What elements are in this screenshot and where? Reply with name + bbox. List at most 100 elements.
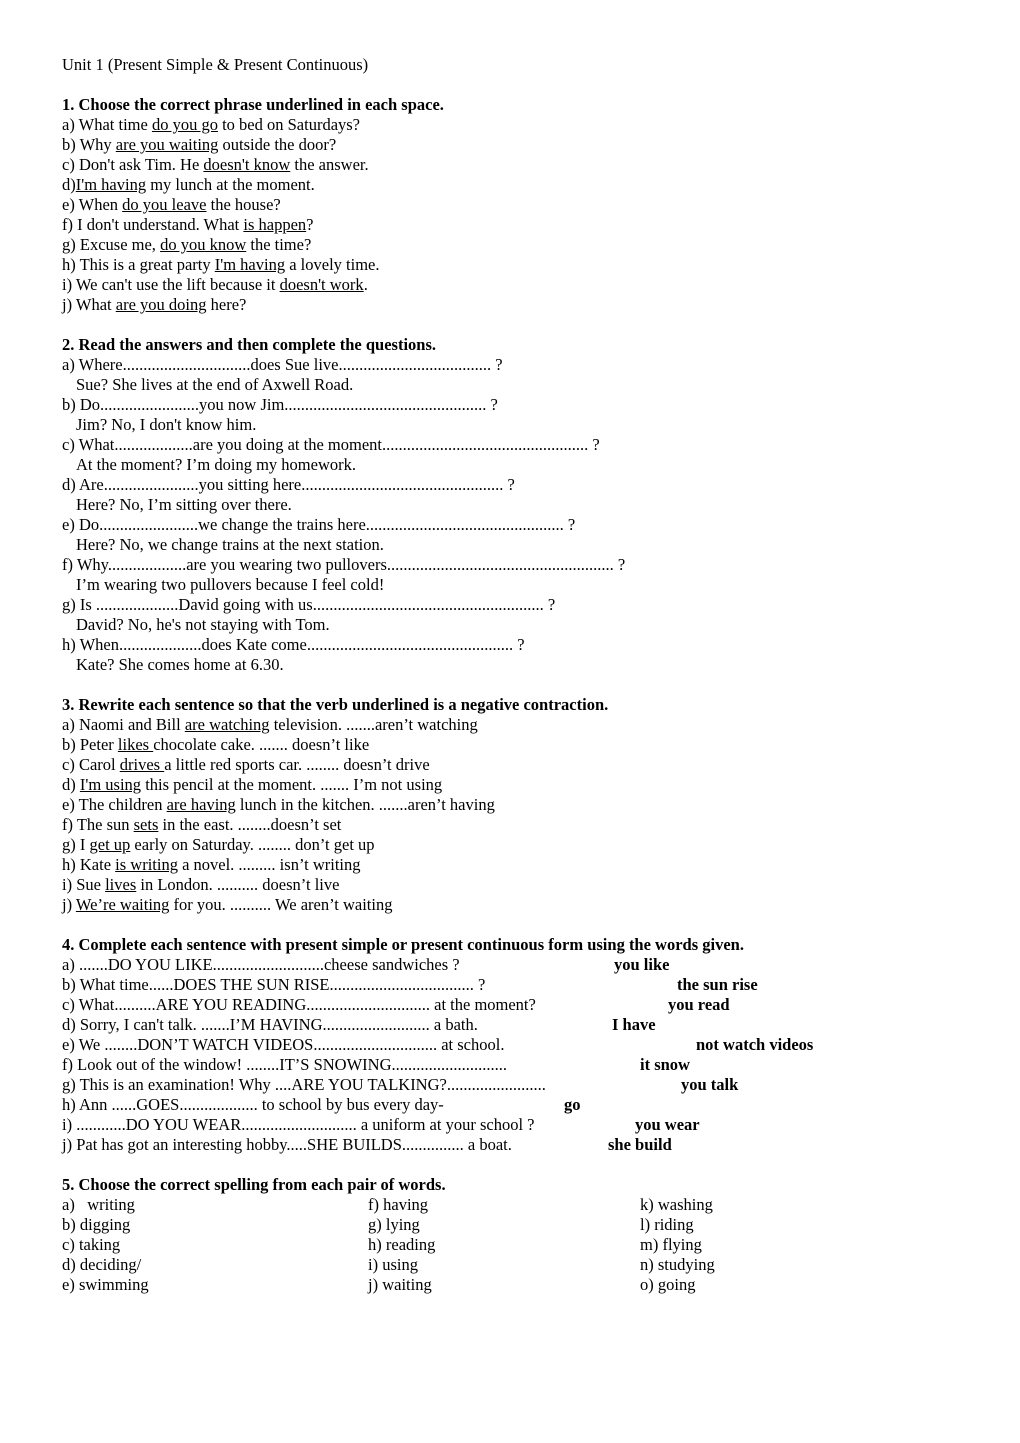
section-2-question-d: d) Are.......................you sitting… bbox=[62, 475, 515, 494]
item-answer-word: you talk bbox=[681, 1075, 739, 1094]
section-3-item-g: g) I get up early on Saturday. ........ … bbox=[62, 835, 958, 855]
item-text-post: outside the door? bbox=[218, 135, 337, 154]
item-text-post: my lunch at the moment. bbox=[146, 175, 315, 194]
section-1-item-f: f) I don't understand. What is happen? bbox=[62, 215, 958, 235]
section-5-item-i: i) using bbox=[368, 1255, 418, 1274]
section-3-item-b: b) Peter likes chocolate cake. ....... d… bbox=[62, 735, 958, 755]
item-underlined: are having bbox=[166, 795, 236, 814]
item-text-pre: c) Carol bbox=[62, 755, 120, 774]
section-4-item-j: j) Pat has got an interesting hobby.....… bbox=[62, 1135, 958, 1155]
section-5-column-3: k) washing l) riding m) flying n) studyi… bbox=[640, 1195, 715, 1295]
item-underlined: drives bbox=[119, 755, 165, 774]
item-text-pre: d) bbox=[62, 175, 76, 194]
section-1-item-h: h) This is a great party I'm having a lo… bbox=[62, 255, 958, 275]
section-2: 2. Read the answers and then complete th… bbox=[62, 335, 958, 675]
section-2-answer-a: Sue? She lives at the end of Axwell Road… bbox=[76, 375, 354, 394]
item-underlined: do you know bbox=[160, 235, 247, 254]
section-5-item-g: g) lying bbox=[368, 1215, 420, 1234]
section-2-question-f: f) Why...................are you wearing… bbox=[62, 555, 626, 574]
item-text-post: a lovely time. bbox=[285, 255, 380, 274]
section-5-item-m: m) flying bbox=[640, 1235, 702, 1254]
section-1-item-c: c) Don't ask Tim. He doesn't know the an… bbox=[62, 155, 958, 175]
item-sentence: e) We ........DON’T WATCH VIDEOS........… bbox=[62, 1035, 505, 1054]
section-2-question-e: e) Do........................we change t… bbox=[62, 515, 576, 534]
section-1-item-i: i) We can't use the lift because it does… bbox=[62, 275, 958, 295]
item-sentence: h) Ann ......GOES................... to … bbox=[62, 1095, 444, 1114]
item-text-pre: b) Peter bbox=[62, 735, 118, 754]
item-text-pre: d) bbox=[62, 775, 80, 794]
item-answer-word: it snow bbox=[640, 1055, 690, 1074]
item-sentence: f) Look out of the window! ........IT’S … bbox=[62, 1055, 507, 1074]
page-title: Unit 1 (Present Simple & Present Continu… bbox=[62, 55, 369, 74]
item-answer-word: you wear bbox=[635, 1115, 700, 1134]
item-text-post: this pencil at the moment. ....... I’m n… bbox=[141, 775, 443, 794]
item-text-post: for you. .......... We aren’t waiting bbox=[169, 895, 393, 914]
section-3-item-f: f) The sun sets in the east. ........doe… bbox=[62, 815, 958, 835]
item-underlined: do you go bbox=[151, 115, 218, 134]
section-4-item-f: f) Look out of the window! ........IT’S … bbox=[62, 1055, 958, 1075]
item-sentence: i) ............DO YOU WEAR..............… bbox=[62, 1115, 535, 1134]
section-1-item-e: e) When do you leave the house? bbox=[62, 195, 958, 215]
section-1-heading: 1. Choose the correct phrase underlined … bbox=[62, 95, 444, 114]
section-2-answer-d: Here? No, I’m sitting over there. bbox=[76, 495, 292, 514]
section-4-item-h: h) Ann ......GOES................... to … bbox=[62, 1095, 958, 1115]
item-underlined: are you waiting bbox=[115, 135, 219, 154]
item-text-pre: c) Don't ask Tim. He bbox=[62, 155, 204, 174]
item-text-post: here? bbox=[206, 295, 247, 314]
item-text-pre: e) When bbox=[62, 195, 123, 214]
section-2-answer-f: I’m wearing two pullovers because I feel… bbox=[76, 575, 385, 594]
section-1-item-j: j) What are you doing here? bbox=[62, 295, 958, 315]
item-underlined: do you leave bbox=[122, 195, 207, 214]
section-2-question-a: a) Where...............................d… bbox=[62, 355, 503, 374]
section-5-item-c: c) taking bbox=[62, 1235, 121, 1254]
item-text-pre: a) Naomi and Bill bbox=[62, 715, 185, 734]
item-text-post: early on Saturday. ........ don’t get up bbox=[130, 835, 375, 854]
item-text-post: a little red sports car. ........ doesn’… bbox=[164, 755, 430, 774]
section-3: 3. Rewrite each sentence so that the ver… bbox=[62, 695, 958, 915]
section-2-question-c: c) What...................are you doing … bbox=[62, 435, 600, 454]
section-1-item-a: a) What time do you go to bed on Saturda… bbox=[62, 115, 958, 135]
section-1-item-b: b) Why are you waiting outside the door? bbox=[62, 135, 958, 155]
item-underlined: doesn't know bbox=[203, 155, 291, 174]
item-sentence: a) .......DO YOU LIKE...................… bbox=[62, 955, 460, 974]
section-3-item-d: d) I'm using this pencil at the moment. … bbox=[62, 775, 958, 795]
section-5-columns: a) writing b) digging c) taking d) decid… bbox=[62, 1195, 958, 1310]
section-5-item-h: h) reading bbox=[368, 1235, 436, 1254]
item-answer-word: go bbox=[564, 1095, 581, 1114]
section-3-item-h: h) Kate is writing a novel. ......... is… bbox=[62, 855, 958, 875]
section-5-heading: 5. Choose the correct spelling from each… bbox=[62, 1175, 446, 1194]
item-text-pre: h) This is a great party bbox=[62, 255, 215, 274]
item-text-post: the house? bbox=[206, 195, 281, 214]
item-text-pre: g) Excuse me, bbox=[62, 235, 161, 254]
section-5-item-n: n) studying bbox=[640, 1255, 715, 1274]
section-5: 5. Choose the correct spelling from each… bbox=[62, 1175, 958, 1310]
section-2-question-b: b) Do........................you now Jim… bbox=[62, 395, 498, 414]
item-text-post: lunch in the kitchen. .......aren’t havi… bbox=[235, 795, 495, 814]
item-text-pre: j) bbox=[62, 895, 76, 914]
section-5-item-e: e) swimming bbox=[62, 1275, 149, 1294]
section-5-item-k: k) washing bbox=[640, 1195, 713, 1214]
section-2-heading: 2. Read the answers and then complete th… bbox=[62, 335, 437, 354]
section-4-item-b: b) What time......DOES THE SUN RISE.....… bbox=[62, 975, 958, 995]
section-2-answer-b: Jim? No, I don't know him. bbox=[76, 415, 257, 434]
item-sentence: c) What..........ARE YOU READING........… bbox=[62, 995, 536, 1014]
item-underlined: is happen bbox=[243, 215, 307, 234]
item-underlined: lives bbox=[105, 875, 137, 894]
section-3-item-c: c) Carol drives a little red sports car.… bbox=[62, 755, 958, 775]
item-text-pre: i) We can't use the lift because it bbox=[62, 275, 280, 294]
item-sentence: g) This is an examination! Why ....ARE Y… bbox=[62, 1075, 546, 1094]
item-answer-word: she build bbox=[608, 1135, 672, 1154]
section-5-item-f: f) having bbox=[368, 1195, 429, 1214]
section-5-item-d: d) deciding/ bbox=[62, 1255, 142, 1274]
item-underlined: I'm using bbox=[79, 775, 142, 794]
item-text-post: chocolate cake. ....... doesn’t like bbox=[153, 735, 370, 754]
section-2-answer-g: David? No, he's not staying with Tom. bbox=[76, 615, 330, 634]
item-underlined: are you doing bbox=[115, 295, 207, 314]
item-text-pre: f) The sun bbox=[62, 815, 134, 834]
section-2-answer-e: Here? No, we change trains at the next s… bbox=[76, 535, 384, 554]
